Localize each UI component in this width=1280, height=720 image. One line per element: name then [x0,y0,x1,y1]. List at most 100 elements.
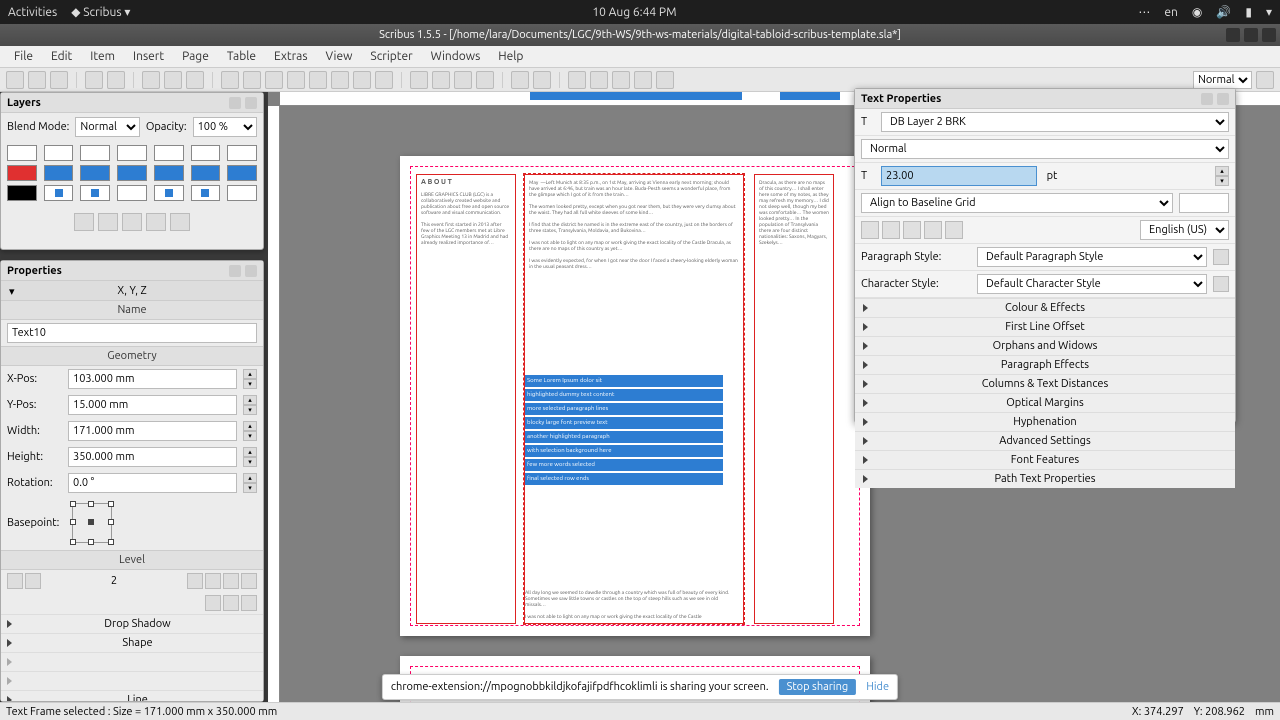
tool-textframe[interactable] [243,71,261,89]
font-style-select[interactable]: Normal [861,139,1229,159]
line-spacing-value[interactable] [1179,193,1229,213]
tool-pdf-check[interactable] [612,71,630,89]
menu-insert[interactable]: Insert [125,48,172,65]
layer-row-2[interactable] [7,183,257,203]
section-xyz[interactable]: X, Y, Z [117,285,146,297]
opacity-select[interactable]: 100 % [193,117,257,137]
activities-button[interactable]: Activities [8,6,57,19]
section-optical[interactable]: Optical Margins [855,393,1235,412]
text-frame-right[interactable]: Dracula, as there are no maps of this co… [754,174,834,624]
menu-view[interactable]: View [318,48,361,65]
tool-polygon[interactable] [331,71,349,89]
panel-close-icon[interactable] [245,97,257,109]
level-down2[interactable] [7,573,23,589]
tool-new[interactable] [6,71,24,89]
level-ungroup[interactable] [205,573,221,589]
tool-pdf-list[interactable] [656,71,674,89]
tool-eyedropper[interactable] [533,71,551,89]
level-flipv[interactable] [241,573,257,589]
tool-imageframe[interactable] [265,71,283,89]
section-first-line[interactable]: First Line Offset [855,317,1235,336]
panel-shade-icon[interactable] [229,265,241,277]
basepoint-widget[interactable] [72,503,112,543]
section-advanced[interactable]: Advanced Settings [855,431,1235,450]
tray-icon[interactable]: ⋯ [1138,5,1150,19]
layer-delete[interactable] [98,213,118,231]
panel-shade-icon[interactable] [229,97,241,109]
level-nosize[interactable] [223,595,239,611]
menu-scripter[interactable]: Scripter [362,48,420,65]
power-icon[interactable]: ▾ [1266,5,1272,19]
section-para-effects[interactable]: Paragraph Effects [855,355,1235,374]
align-center-icon[interactable] [882,221,900,239]
menu-edit[interactable]: Edit [43,48,80,65]
align-left-icon[interactable] [861,221,879,239]
level-group[interactable] [187,573,203,589]
ypos-input[interactable] [68,395,237,415]
section-dropshadow[interactable]: Drop Shadow [18,618,257,630]
char-style-edit[interactable] [1213,276,1229,292]
tool-pdf-push[interactable] [568,71,586,89]
maximize-button[interactable] [1244,28,1258,42]
fontsize-down[interactable]: ▾ [1215,176,1229,186]
level-down[interactable] [25,573,41,589]
spin-up[interactable]: ▴ [243,369,257,379]
name-input[interactable] [7,323,257,343]
menu-extras[interactable]: Extras [266,48,316,65]
panel-close-icon[interactable] [245,265,257,277]
hide-sharing-button[interactable]: Hide [866,681,889,693]
level-fliph[interactable] [223,573,239,589]
section-shape[interactable]: Shape [18,637,257,649]
menu-help[interactable]: Help [490,48,531,65]
a11y-icon[interactable]: ◉ [1192,5,1202,19]
tool-save[interactable] [50,71,68,89]
preview-mode-select[interactable]: Normal [1193,71,1252,89]
rotation-input[interactable] [68,473,237,493]
section-columns[interactable]: Columns & Text Distances [855,374,1235,393]
blend-mode-select[interactable]: Normal [75,117,139,137]
spin-down[interactable]: ▾ [243,379,257,389]
xpos-input[interactable] [68,369,237,389]
layer-duplicate[interactable] [122,213,142,231]
tool-bezier[interactable] [375,71,393,89]
menu-item[interactable]: Item [82,48,123,65]
align-justify-icon[interactable] [924,221,942,239]
layer-add[interactable] [74,213,94,231]
layer-up[interactable] [146,213,166,231]
section-hyphenation[interactable]: Hyphenation [855,412,1235,431]
status-unit[interactable]: mm [1255,706,1274,718]
tool-copy[interactable] [164,71,182,89]
section-colour-effects[interactable]: Colour & Effects [855,298,1235,317]
level-noprint[interactable] [241,595,257,611]
section-path-text[interactable]: Path Text Properties [855,469,1235,488]
align-right-icon[interactable] [903,221,921,239]
tool-table[interactable] [287,71,305,89]
tool-edit-contents[interactable] [432,71,450,89]
menu-page[interactable]: Page [174,48,217,65]
minimize-button[interactable] [1226,28,1240,42]
text-frame-about[interactable]: A B O U T LIBRE GRAPHICS CLUB (LGC) is a… [416,174,516,624]
app-menu[interactable]: ◆ Scribus ▾ [71,5,130,19]
volume-icon[interactable]: 🔊 [1216,5,1231,19]
close-button[interactable] [1262,28,1276,42]
font-size-input[interactable] [881,166,1037,186]
tool-link[interactable] [454,71,472,89]
section-font-features[interactable]: Font Features [855,450,1235,469]
layer-down[interactable] [170,213,190,231]
tool-pdf-text[interactable] [590,71,608,89]
level-lock[interactable] [205,595,221,611]
para-style-edit[interactable] [1213,249,1229,265]
tool-zoom[interactable] [410,71,428,89]
tool-measurements[interactable] [511,71,529,89]
stop-sharing-button[interactable]: Stop sharing [779,679,857,695]
tool-redo[interactable] [107,71,125,89]
section-orphans[interactable]: Orphans and Widows [855,336,1235,355]
fontsize-up[interactable]: ▴ [1215,166,1229,176]
menu-file[interactable]: File [6,48,41,65]
align-forced-icon[interactable] [945,221,963,239]
tool-pdf-combo[interactable] [634,71,652,89]
vertical-ruler[interactable] [268,106,280,702]
section-line[interactable]: Line [18,694,257,701]
lang-indicator[interactable]: en [1164,6,1177,19]
tool-line[interactable] [353,71,371,89]
